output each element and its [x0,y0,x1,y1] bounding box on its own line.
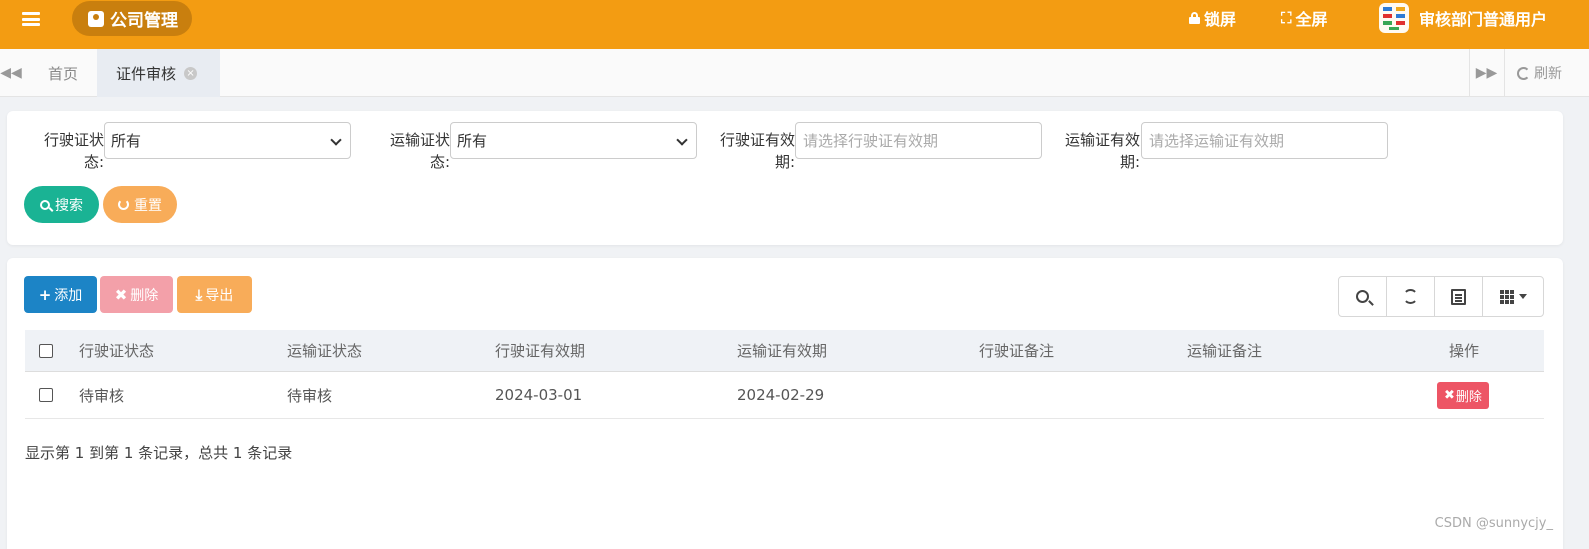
transport-status-value: 所有 [457,132,488,150]
columns-dropdown-button[interactable] [1483,277,1543,316]
download-icon: ⤓ [195,285,203,304]
select-all-checkbox[interactable] [39,343,53,358]
table-cell: 待审核 [79,386,125,405]
lock-screen-button[interactable]: 锁屏 [1189,0,1236,36]
user-name: 审核部门普通用户 [1419,10,1548,29]
row-delete-label: 删除 [1455,389,1482,405]
refresh-label: 刷新 [1534,66,1562,82]
search-icon [40,199,50,210]
lock-screen-label: 锁屏 [1204,10,1237,29]
table-cell: 2024-02-29 [737,386,825,404]
export-button-label: 导出 [205,287,234,304]
select-all-cell [39,330,53,371]
fullscreen-button[interactable]: ⛶ 全屏 [1281,0,1328,36]
refresh-icon [118,199,129,210]
company-icon [88,10,104,27]
table-row: 待审核 待审核 2024-03-01 2024-02-29 ✖ 删除 [25,372,1544,419]
close-icon: ✖ [1444,387,1455,403]
reset-button[interactable]: 重置 [103,186,177,223]
list-icon [1451,288,1466,305]
delete-button-label: 删除 [130,287,159,304]
top-navbar: 公司管理 锁屏 ⛶ 全屏 审核部门普通用户 [0,0,1589,49]
fullscreen-label: 全屏 [1295,10,1328,29]
refresh-icon [1403,289,1418,304]
transport-status-select[interactable]: 所有 [450,122,697,159]
row-delete-button[interactable]: ✖ 删除 [1437,381,1489,409]
column-header[interactable]: 运输证状态 [287,330,362,371]
transport-validity-label: 运输证有效期: [1064,131,1140,171]
row-select-cell [39,372,53,418]
delete-button[interactable]: ✖ 删除 [100,276,173,313]
transport-validity-input[interactable] [1141,122,1388,159]
export-button[interactable]: ⤓ 导出 [177,276,252,313]
add-button-label: 添加 [54,287,83,304]
reset-button-label: 重置 [134,197,162,214]
column-header[interactable]: 行驶证备注 [979,330,1054,371]
page-tabs-bar: ◀◀ 首页 证件审核 × ▶▶ 刷新 [0,49,1589,97]
column-header[interactable]: 行驶证状态 [79,330,154,371]
grid-icon [1499,289,1514,304]
tab-home-label: 首页 [47,64,78,83]
tab-home[interactable]: 首页 [30,49,96,97]
lock-icon [1189,12,1200,24]
company-menu-button[interactable]: 公司管理 [72,1,192,36]
driving-validity-label: 行驶证有效期: [719,131,795,171]
column-header[interactable]: 行驶证有效期 [495,330,585,371]
refresh-table-button[interactable] [1387,277,1435,316]
caret-down-icon [1518,294,1527,299]
chevron-down-icon [676,134,688,146]
search-icon [1356,290,1369,303]
plus-icon: + [38,285,52,304]
user-avatar-logo-icon [1379,3,1409,33]
tab-document-review-label: 证件审核 [116,64,177,83]
action-cell: ✖ 删除 [1437,372,1489,418]
menu-toggle-icon[interactable] [22,10,40,28]
driving-status-value: 所有 [111,132,142,150]
column-header[interactable]: 运输证有效期 [737,330,827,371]
watermark: CSDN @sunnycjy_ [1434,516,1553,531]
close-icon: ✖ [114,285,128,304]
column-header: 操作 [1449,342,1480,360]
table-tools [1338,276,1544,317]
user-menu[interactable]: 审核部门普通用户 [1377,0,1547,36]
search-button[interactable]: 搜索 [24,186,99,223]
refresh-tab-button[interactable]: 刷新 [1504,49,1589,97]
pagination-info: 显示第 1 到第 1 条记录，总共 1 条记录 [25,444,293,462]
driving-status-label: 行驶证状态: [43,131,104,171]
table-cell: 待审核 [287,386,333,405]
add-button[interactable]: + 添加 [24,276,97,313]
tab-close-icon[interactable]: × [184,66,198,80]
fullscreen-icon: ⛶ [1281,9,1292,27]
row-checkbox[interactable] [39,388,53,402]
table-cell: 2024-03-01 [495,386,583,404]
tabs-scroll-left-icon[interactable]: ◀◀ [0,49,22,97]
toggle-view-button[interactable] [1435,277,1483,316]
refresh-icon [1517,66,1530,80]
tabs-scroll-right-icon[interactable]: ▶▶ [1469,49,1503,97]
toggle-search-button[interactable] [1339,277,1387,316]
tab-document-review[interactable]: 证件审核 × [97,49,220,97]
transport-status-label: 运输证状态: [389,131,450,171]
driving-status-select[interactable]: 所有 [104,122,351,159]
column-header[interactable]: 运输证备注 [1187,330,1262,371]
search-button-label: 搜索 [55,197,83,214]
chevron-down-icon [330,134,342,146]
table-header: 行驶证状态 运输证状态 行驶证有效期 运输证有效期 行驶证备注 运输证备注 操作 [25,330,1544,372]
driving-validity-input[interactable] [795,122,1042,159]
company-name: 公司管理 [110,11,178,31]
